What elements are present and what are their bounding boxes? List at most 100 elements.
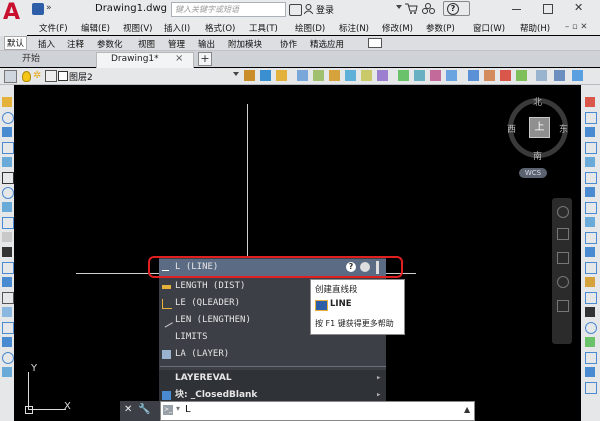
tab-output[interactable]: 输出 bbox=[198, 38, 215, 50]
gradient-icon[interactable] bbox=[2, 307, 12, 317]
wrench-icon[interactable]: 🔧 bbox=[138, 404, 150, 415]
save-icon[interactable] bbox=[32, 3, 44, 15]
layer-isolate-icon[interactable] bbox=[297, 70, 308, 81]
block-editor-icon[interactable] bbox=[516, 70, 527, 81]
make-current-icon[interactable] bbox=[244, 70, 255, 81]
layer-delete-icon[interactable] bbox=[430, 70, 441, 81]
explode-icon[interactable] bbox=[585, 307, 595, 317]
layer-off-icon[interactable] bbox=[345, 70, 356, 81]
rotate-icon[interactable] bbox=[585, 172, 597, 184]
menu-format[interactable]: 格式(O) bbox=[205, 22, 235, 34]
properties-palette-icon[interactable] bbox=[572, 70, 583, 81]
array-icon[interactable] bbox=[585, 157, 595, 167]
pan-icon[interactable] bbox=[557, 228, 569, 240]
mirror-icon[interactable] bbox=[585, 127, 595, 137]
compass-west[interactable]: 西 bbox=[507, 122, 516, 135]
tab-view[interactable]: 视图 bbox=[138, 38, 155, 50]
divide-icon[interactable] bbox=[585, 352, 597, 364]
tab-addins[interactable]: 附加模块 bbox=[228, 38, 262, 50]
login-link[interactable]: 登录 bbox=[316, 3, 334, 16]
compass-south[interactable]: 南 bbox=[533, 149, 542, 162]
copy-objects-icon[interactable] bbox=[468, 70, 479, 81]
binoculars-icon[interactable] bbox=[289, 4, 302, 16]
insert-block-icon[interactable] bbox=[2, 247, 12, 257]
properties-icon[interactable] bbox=[554, 70, 565, 81]
extend-icon[interactable] bbox=[585, 232, 597, 244]
orbit-icon[interactable] bbox=[557, 276, 569, 288]
layer-state-icon[interactable] bbox=[446, 70, 457, 81]
tab-default[interactable]: 默认 bbox=[4, 36, 28, 50]
osnap-icon[interactable] bbox=[536, 70, 547, 81]
help-button[interactable]: ? bbox=[443, 1, 470, 16]
match-layer-icon[interactable] bbox=[260, 70, 271, 81]
close-window-button[interactable]: ✕ bbox=[574, 1, 583, 14]
tab-featured-apps[interactable]: 精选应用 bbox=[310, 38, 344, 50]
tab-drawing1[interactable]: Drawing1* × bbox=[96, 52, 194, 68]
layer-dropdown-icon[interactable] bbox=[233, 72, 239, 76]
maximize-button[interactable] bbox=[543, 4, 553, 14]
layer-properties-icon[interactable] bbox=[4, 70, 17, 83]
point-icon[interactable] bbox=[2, 277, 12, 287]
expand-arrow-icon[interactable]: ▸ bbox=[376, 370, 381, 387]
offset-icon[interactable] bbox=[585, 142, 597, 154]
cart-icon[interactable] bbox=[405, 3, 418, 14]
hatch-icon[interactable] bbox=[2, 292, 14, 304]
autocomplete-item-layer[interactable]: LA (LAYER) bbox=[159, 346, 386, 363]
copy-icon[interactable] bbox=[585, 112, 597, 124]
polyline-icon[interactable] bbox=[2, 112, 14, 124]
search-input[interactable]: 键入关键字或短语 bbox=[171, 2, 286, 17]
layer-name[interactable]: 图层2 bbox=[69, 70, 93, 83]
autocomplete-section-layereval[interactable]: LAYEREVAL ▸ bbox=[159, 370, 386, 387]
chamfer-icon[interactable] bbox=[585, 277, 595, 287]
ellipse-icon[interactable] bbox=[2, 232, 12, 242]
command-input[interactable]: >_ ▾ L ▲ bbox=[160, 401, 475, 421]
menu-file[interactable]: 文件(F) bbox=[39, 22, 68, 34]
lengthen-icon[interactable] bbox=[585, 322, 597, 334]
layer-freeze-icon[interactable] bbox=[329, 70, 340, 81]
steering-wheel-icon[interactable] bbox=[557, 206, 569, 218]
tab-start[interactable]: 开始 bbox=[8, 52, 82, 66]
menu-window[interactable]: 窗口(W) bbox=[473, 22, 505, 34]
tab-annotate[interactable]: 注释 bbox=[67, 38, 84, 50]
mtext-icon[interactable] bbox=[2, 367, 12, 377]
user-icon[interactable] bbox=[303, 4, 314, 15]
move-icon[interactable] bbox=[2, 172, 14, 184]
close-tab-icon[interactable]: × bbox=[175, 53, 183, 64]
sun-icon[interactable]: ✲ bbox=[33, 70, 44, 81]
table-icon[interactable] bbox=[2, 337, 12, 347]
close-commandline-icon[interactable]: ✕ bbox=[124, 404, 132, 415]
layer-merge-icon[interactable] bbox=[414, 70, 425, 81]
join-icon[interactable] bbox=[585, 262, 597, 274]
menu-parametric[interactable]: 参数(P) bbox=[426, 22, 455, 34]
zoom-extents-icon[interactable] bbox=[557, 252, 569, 264]
tab-manage[interactable]: 管理 bbox=[168, 38, 185, 50]
undo-icon[interactable] bbox=[484, 70, 495, 81]
stretch-icon[interactable] bbox=[585, 202, 597, 214]
app-menu-button[interactable]: A bbox=[0, 0, 27, 36]
compass-east[interactable]: 东 bbox=[559, 122, 568, 135]
wcs-menu[interactable]: WCS bbox=[519, 168, 547, 178]
minimize-button[interactable] bbox=[512, 9, 521, 10]
menu-edit[interactable]: 编辑(E) bbox=[81, 22, 110, 34]
break-icon[interactable] bbox=[585, 247, 595, 257]
revcloud-icon[interactable] bbox=[2, 202, 12, 212]
make-block-icon[interactable] bbox=[2, 262, 14, 274]
align-icon[interactable] bbox=[585, 337, 595, 347]
layer-unlock-icon[interactable] bbox=[377, 70, 388, 81]
erase-icon[interactable] bbox=[585, 97, 595, 107]
polygon-icon[interactable] bbox=[2, 127, 12, 137]
command-expand-icon[interactable]: ▲ bbox=[464, 405, 470, 414]
connect-icon[interactable] bbox=[422, 3, 435, 14]
new-tab-button[interactable]: + bbox=[198, 52, 212, 66]
line-icon[interactable] bbox=[2, 97, 12, 107]
quick-access-overflow-icon[interactable]: » bbox=[46, 3, 52, 16]
menu-draw[interactable]: 绘图(D) bbox=[295, 22, 325, 34]
bulb-icon[interactable] bbox=[22, 71, 31, 82]
login-dropdown-icon[interactable] bbox=[396, 5, 402, 9]
viewcube-top-face[interactable]: 上 bbox=[529, 117, 550, 138]
layer-lock-icon[interactable] bbox=[361, 70, 372, 81]
menu-dimension[interactable]: 标注(N) bbox=[339, 22, 369, 34]
pedit-icon[interactable] bbox=[585, 382, 597, 394]
command-history-dropdown-icon[interactable]: ▾ bbox=[176, 404, 180, 413]
trim-icon[interactable] bbox=[585, 217, 595, 227]
